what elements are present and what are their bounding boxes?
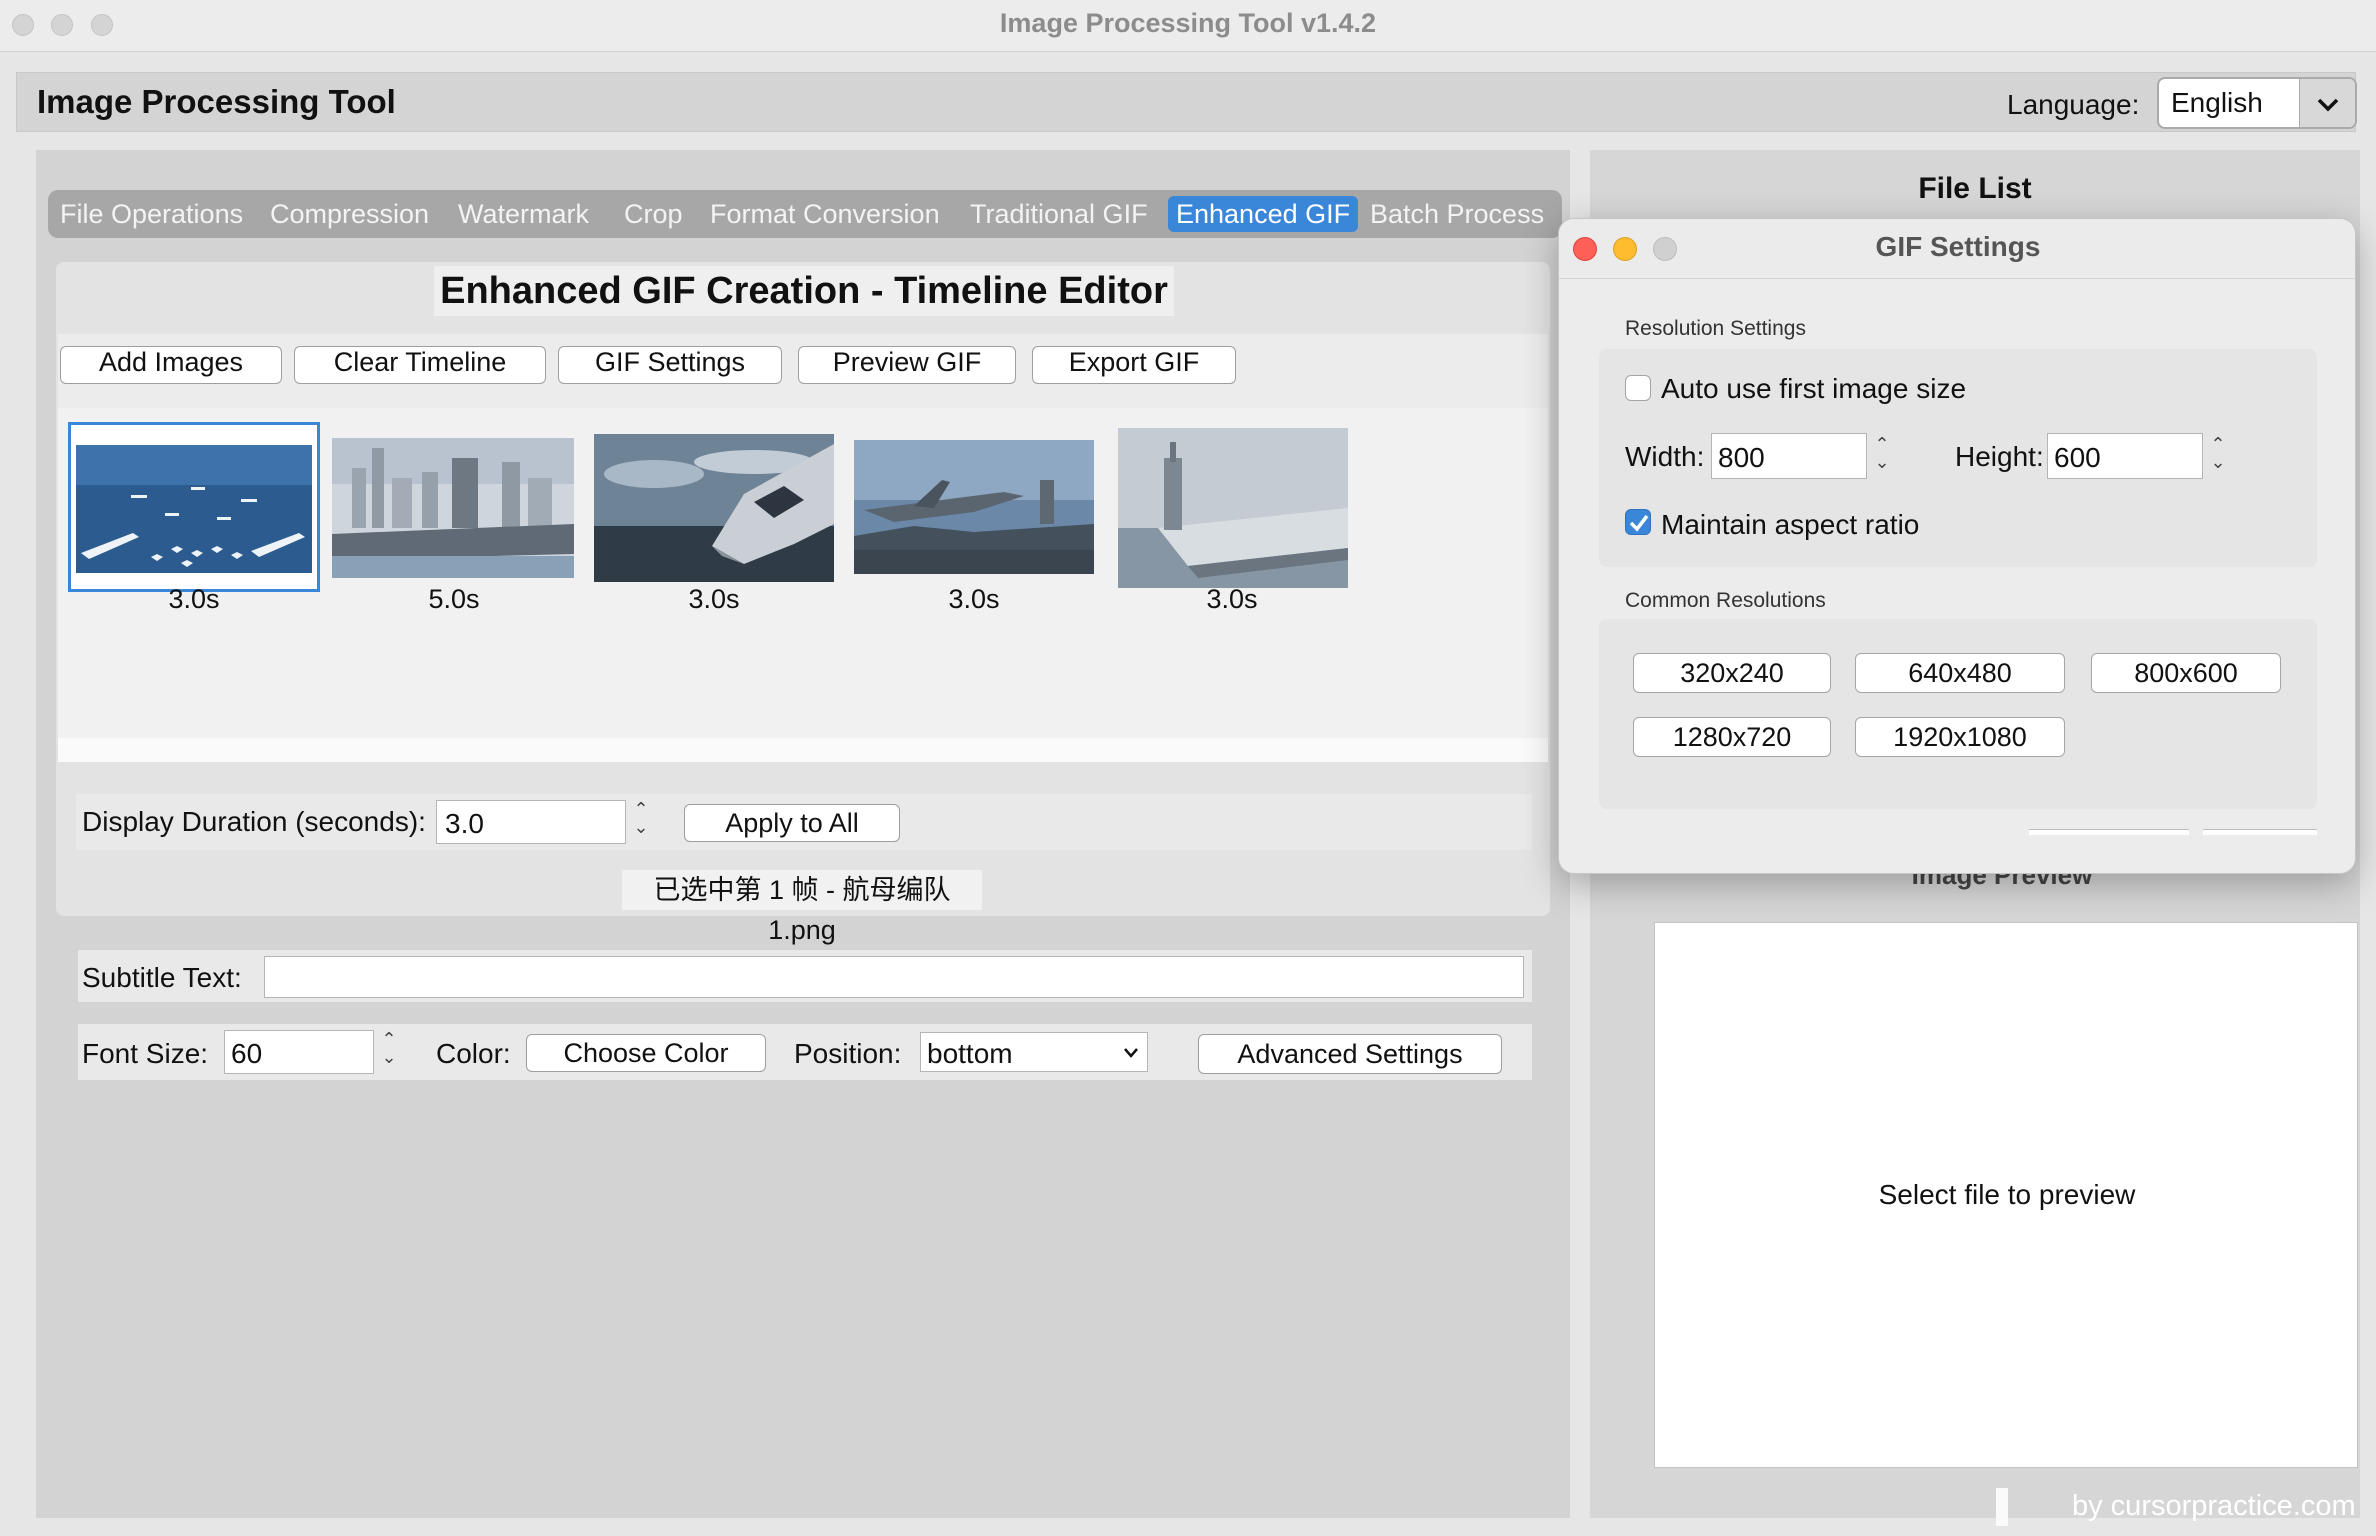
- carrier-sea-thumbnail: [1118, 428, 1348, 588]
- scroll-handle[interactable]: [1996, 1488, 2008, 1526]
- resolution-1920x1080-button[interactable]: 1920x1080: [1855, 717, 2065, 757]
- aspect-ratio-label: Maintain aspect ratio: [1661, 509, 1920, 540]
- tab-traditional-gif[interactable]: Traditional GIF: [962, 196, 1156, 232]
- frame-1-duration: 3.0s: [168, 584, 220, 614]
- fighter-jet-thumbnail: [594, 434, 834, 582]
- add-images-button[interactable]: Add Images: [60, 346, 282, 384]
- subtitle-input[interactable]: [264, 956, 1524, 998]
- preview-placeholder: Select file to preview: [1878, 1179, 2136, 1210]
- checkmark-icon: [1629, 514, 1649, 532]
- height-label: Height:: [1955, 441, 2044, 472]
- tab-crop[interactable]: Crop: [616, 196, 691, 232]
- subtitle-label: Subtitle Text:: [82, 962, 242, 993]
- duration-label: Display Duration (seconds):: [82, 806, 426, 837]
- dialog-title-bar: GIF Settings: [1559, 219, 2355, 279]
- frame-4-duration: 3.0s: [948, 584, 1000, 614]
- watermark-text: by cursorpractice.com: [2072, 1490, 2356, 1522]
- auto-size-checkbox[interactable]: [1625, 375, 1651, 401]
- common-resolutions-group: 320x240 640x480 800x600 1280x720 1920x10…: [1599, 619, 2317, 809]
- language-value: English: [2171, 87, 2263, 118]
- resolution-group: Auto use first image size Width: 800 ⌃ ⌄ …: [1599, 349, 2317, 567]
- preview-gif-button[interactable]: Preview GIF: [798, 346, 1016, 384]
- frame-5-duration: 3.0s: [1206, 584, 1258, 614]
- spinner-arrows-icon[interactable]: ⌃ ⌄: [630, 800, 652, 836]
- font-size-value: 60: [231, 1038, 263, 1069]
- section-title: Enhanced GIF Creation - Timeline Editor: [434, 266, 1174, 316]
- resolution-320x240-button[interactable]: 320x240: [1633, 653, 1831, 693]
- position-select[interactable]: bottom: [920, 1032, 1148, 1072]
- spinner-arrows-icon[interactable]: ⌃ ⌄: [378, 1030, 400, 1066]
- dialog-title: GIF Settings: [1875, 231, 2041, 262]
- gif-settings-dialog: GIF Settings Resolution Settings Auto us…: [1558, 218, 2356, 874]
- dialog-button-edge[interactable]: [2029, 829, 2189, 835]
- jet-on-deck-thumbnail: [854, 440, 1094, 574]
- timeline-scrollbar[interactable]: [58, 738, 1548, 762]
- frame-2-duration: 5.0s: [428, 584, 480, 614]
- apply-to-all-button[interactable]: Apply to All: [684, 804, 900, 842]
- timeline-frame-5[interactable]: [1118, 428, 1348, 588]
- timeline-frame-4[interactable]: [854, 440, 1094, 574]
- window-title: Image Processing Tool v1.4.2: [999, 8, 1377, 38]
- tab-watermark[interactable]: Watermark: [450, 196, 597, 232]
- language-label: Language:: [2007, 89, 2140, 120]
- app-header: Image Processing Tool Language: English: [16, 72, 2357, 132]
- height-value: 600: [2054, 442, 2101, 473]
- position-label: Position:: [794, 1038, 902, 1069]
- common-resolutions-label: Common Resolutions: [1625, 589, 1826, 612]
- color-label: Color:: [436, 1038, 511, 1069]
- image-preview-area: Select file to preview: [1654, 922, 2358, 1468]
- height-input[interactable]: 600: [2047, 433, 2203, 479]
- choose-color-button[interactable]: Choose Color: [526, 1034, 766, 1072]
- tab-format-conversion[interactable]: Format Conversion: [702, 196, 948, 232]
- timeline-frame-3[interactable]: [594, 434, 834, 582]
- chevron-down-icon[interactable]: [2299, 79, 2355, 127]
- gif-settings-button[interactable]: GIF Settings: [558, 346, 782, 384]
- selection-info: 已选中第 1 帧 - 航母编队1.png: [622, 870, 982, 945]
- resolution-800x600-button[interactable]: 800x600: [2091, 653, 2281, 693]
- chevron-down-icon: [1124, 1048, 1138, 1058]
- subtitle-row: Subtitle Text:: [78, 950, 1532, 1002]
- resolution-640x480-button[interactable]: 640x480: [1855, 653, 2065, 693]
- app-title: Image Processing Tool: [37, 83, 396, 120]
- width-input[interactable]: 800: [1711, 433, 1867, 479]
- resolution-1280x720-button[interactable]: 1280x720: [1633, 717, 1831, 757]
- tab-enhanced-gif[interactable]: Enhanced GIF: [1168, 196, 1359, 232]
- clear-timeline-button[interactable]: Clear Timeline: [294, 346, 546, 384]
- tab-compression[interactable]: Compression: [262, 196, 437, 232]
- carrier-harbor-thumbnail: [332, 438, 574, 578]
- duration-value: 3.0: [445, 808, 484, 839]
- dialog-button-edge[interactable]: [2203, 829, 2317, 835]
- font-row: Font Size: 60 ⌃ ⌄ Color: Choose Color Pos…: [78, 1024, 1532, 1080]
- advanced-settings-button[interactable]: Advanced Settings: [1198, 1034, 1502, 1074]
- frame-3-duration: 3.0s: [688, 584, 740, 614]
- spinner-arrows-icon[interactable]: ⌃ ⌄: [1871, 435, 1893, 471]
- tab-batch-process[interactable]: Batch Process: [1362, 196, 1552, 232]
- width-label: Width:: [1625, 441, 1705, 472]
- font-size-input[interactable]: 60: [224, 1030, 374, 1074]
- resolution-group-label: Resolution Settings: [1625, 317, 1806, 340]
- carrier-fleet-thumbnail: [76, 445, 312, 573]
- title-bar: Image Processing Tool v1.4.2: [0, 0, 2376, 52]
- file-list-title: File List: [1918, 172, 2032, 205]
- auto-size-label: Auto use first image size: [1661, 373, 1967, 404]
- timeline-frame-2[interactable]: [332, 438, 574, 578]
- duration-input[interactable]: 3.0: [436, 800, 626, 844]
- width-value: 800: [1718, 442, 1765, 473]
- spinner-arrows-icon[interactable]: ⌃ ⌄: [2207, 435, 2229, 471]
- timeline-frame-1[interactable]: [68, 422, 320, 592]
- export-gif-button[interactable]: Export GIF: [1032, 346, 1236, 384]
- font-size-label: Font Size:: [82, 1038, 209, 1069]
- language-select[interactable]: English: [2157, 77, 2357, 129]
- aspect-ratio-checkbox[interactable]: [1625, 509, 1651, 535]
- tab-bar: File Operations Compression Watermark Cr…: [48, 190, 1562, 238]
- tab-file-operations[interactable]: File Operations: [52, 196, 251, 232]
- position-value: bottom: [927, 1038, 1013, 1069]
- duration-row: Display Duration (seconds): 3.0 ⌃ ⌄ Apply…: [76, 794, 1532, 850]
